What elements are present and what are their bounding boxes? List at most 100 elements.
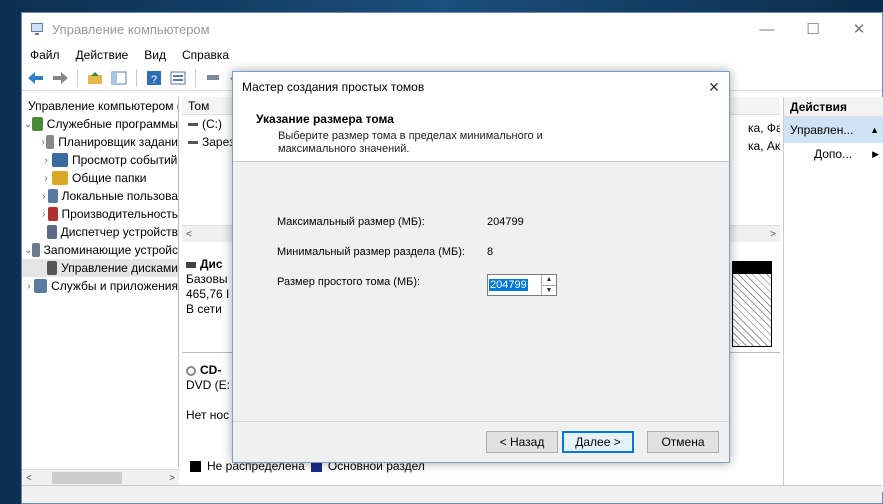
back-arrow-icon — [28, 71, 43, 84]
title-bar: Управление компьютером — ☐ ✕ — [22, 13, 882, 45]
dialog-close-button[interactable]: ✕ — [699, 72, 729, 102]
svg-text:?: ? — [151, 74, 157, 86]
spin-down-icon[interactable]: ▼ — [542, 286, 556, 296]
tree-item-label: Просмотр событий — [72, 153, 178, 167]
tree-node-icon — [32, 117, 43, 131]
forward-button[interactable] — [50, 68, 70, 88]
tree-node-icon — [47, 261, 58, 275]
connect-button[interactable] — [203, 68, 223, 88]
cd-icon — [186, 365, 196, 376]
collapse-up-icon: ▲ — [870, 125, 879, 135]
expand-chevron-icon[interactable]: ⌄ — [24, 119, 32, 130]
unallocated-swatch — [190, 460, 201, 472]
scroll-right-icon[interactable]: > — [770, 229, 776, 240]
tree-node-icon — [47, 207, 58, 221]
menu-help[interactable]: Справка — [182, 48, 229, 62]
scroll-left-icon[interactable]: < — [26, 473, 32, 484]
cancel-button[interactable]: Отмена — [647, 431, 719, 453]
tree-node-icon — [52, 153, 68, 167]
tree-item[interactable]: ⌄ Служебные программы — [22, 115, 178, 133]
tree-item[interactable]: › Производительность — [22, 205, 178, 223]
close-button[interactable]: ✕ — [836, 13, 882, 45]
tree-item-label: Общие папки — [72, 171, 147, 185]
back-button[interactable] — [26, 68, 46, 88]
expand-chevron-icon[interactable]: › — [40, 191, 48, 202]
wizard-heading: Указание размера тома — [256, 112, 394, 126]
expand-right-icon: ▶ — [872, 148, 879, 159]
computer-management-icon — [31, 23, 43, 35]
dialog-title: Мастер создания простых томов — [242, 80, 425, 94]
console-tree-icon — [111, 71, 127, 84]
menu-file[interactable]: Файл — [30, 48, 60, 62]
connect-icon — [207, 74, 219, 80]
tree-item[interactable]: › Службы и приложения — [22, 277, 178, 295]
expand-chevron-icon[interactable]: › — [40, 173, 52, 184]
tree-node-icon — [52, 171, 68, 185]
tree-item-label: Управление компьютером ( — [28, 99, 179, 113]
tree-item-label: Управление дисками — [61, 261, 178, 275]
menu-bar: Файл Действие Вид Справка — [22, 45, 882, 65]
tree-node-icon — [46, 135, 55, 149]
tree-item-label: Производительность — [61, 207, 178, 221]
tree-item[interactable]: › Локальные пользова — [22, 187, 178, 205]
tree-item[interactable]: ⌄ Запоминающие устройс — [22, 241, 178, 259]
back-wizard-button[interactable]: < Назад — [486, 431, 558, 453]
forward-arrow-icon — [53, 71, 68, 84]
tree-item[interactable]: › Планировщик задани — [22, 133, 178, 151]
minimize-button[interactable]: — — [744, 13, 790, 45]
expand-chevron-icon[interactable]: › — [40, 209, 48, 220]
maximize-button[interactable]: ☐ — [790, 13, 836, 45]
volume-size-spinbox[interactable]: 204799 ▲ ▼ — [487, 274, 557, 296]
volume-size-input[interactable]: 204799 — [489, 279, 528, 291]
tree-item[interactable]: Диспетчер устройств — [22, 223, 178, 241]
up-level-button[interactable] — [85, 68, 105, 88]
expand-chevron-icon[interactable]: › — [40, 155, 52, 166]
next-button[interactable]: Далее > — [562, 431, 634, 453]
tree-item-label: Диспетчер устройств — [60, 225, 178, 239]
menu-view[interactable]: Вид — [144, 48, 166, 62]
folder-up-icon — [88, 71, 102, 84]
volume-info-fragment: ка, Файл ка, Акти — [748, 121, 780, 153]
new-simple-volume-wizard: Мастер создания простых томов ✕ Указание… — [232, 71, 730, 463]
actions-pane: Действия Управлен... ▲ Допо... ▶ — [783, 97, 883, 492]
tree-item[interactable]: Управление дисками — [22, 259, 178, 277]
spin-up-icon[interactable]: ▲ — [542, 275, 556, 286]
tree-item-label: Локальные пользова — [61, 189, 178, 203]
tree-item[interactable]: › Просмотр событий — [22, 151, 178, 169]
window-title: Управление компьютером — [52, 21, 210, 37]
help-button[interactable]: ? — [144, 68, 164, 88]
properties-button[interactable] — [168, 68, 188, 88]
help-icon: ? — [147, 70, 161, 86]
actions-more[interactable]: Допо... ▶ — [784, 143, 883, 165]
tree-node-icon — [47, 225, 57, 239]
disk-icon — [186, 261, 196, 268]
menu-action[interactable]: Действие — [76, 48, 129, 62]
tree-horizontal-scrollbar[interactable]: < > — [22, 469, 179, 486]
wizard-header: Указание размера тома Выберите размер то… — [233, 102, 729, 162]
tree-node-icon — [47, 189, 58, 203]
show-hide-tree-button[interactable] — [109, 68, 129, 88]
expand-chevron-icon[interactable]: › — [24, 281, 34, 292]
expand-chevron-icon[interactable]: ⌄ — [24, 245, 32, 256]
tree-item[interactable]: › Общие папки — [22, 169, 178, 187]
tree-node-icon — [32, 243, 40, 257]
tree-item-label: Службы и приложения — [51, 279, 178, 293]
actions-header: Действия — [784, 97, 883, 117]
volume-size-label: Размер простого тома (МБ): — [277, 276, 421, 288]
min-size-row: Минимальный размер раздела (МБ): 8 — [277, 246, 494, 258]
tree-item[interactable]: Управление компьютером ( — [22, 97, 178, 115]
wizard-subheading: Выберите размер тома в пределах минималь… — [278, 130, 543, 155]
unallocated-partition[interactable] — [732, 261, 772, 347]
max-size-row: Максимальный размер (МБ): 204799 — [277, 216, 524, 228]
tree-item-label: Запоминающие устройс — [43, 243, 178, 257]
scroll-right-icon[interactable]: > — [169, 473, 175, 484]
actions-disk-management[interactable]: Управлен... ▲ — [784, 117, 883, 143]
status-bar — [22, 485, 882, 503]
dialog-title-bar: Мастер создания простых томов ✕ — [233, 72, 729, 102]
tree-node-icon — [33, 279, 48, 293]
tree-item-label: Планировщик задани — [58, 135, 178, 149]
tree-item-label: Служебные программы — [46, 117, 178, 131]
console-tree: Управление компьютером ( ⌄ Служебные прогр… — [22, 97, 179, 467]
scroll-left-icon[interactable]: < — [186, 229, 192, 240]
properties-icon — [170, 71, 186, 84]
